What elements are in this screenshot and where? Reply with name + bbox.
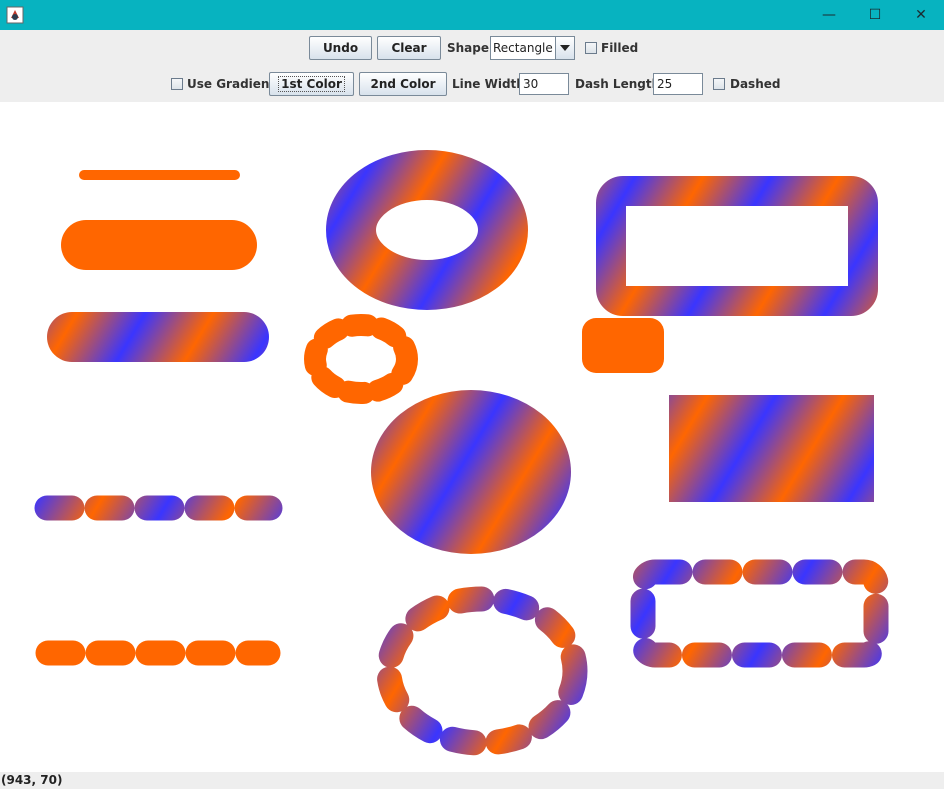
use-gradient-label: Use Gradient [187, 77, 276, 91]
close-button[interactable]: ✕ [898, 0, 944, 30]
shape-label: Shape: [447, 41, 494, 55]
dash-length-label: Dash Length: [575, 77, 665, 91]
undo-button[interactable]: Undo [309, 36, 372, 60]
cursor-coordinates: (943, 70) [1, 773, 63, 787]
second-color-button[interactable]: 2nd Color [359, 72, 447, 96]
shape-select-value: Rectangle [493, 41, 553, 55]
line-width-input[interactable] [519, 73, 569, 95]
filled-label: Filled [601, 41, 639, 55]
use-gradient-checkbox[interactable] [171, 78, 183, 90]
clear-button[interactable]: Clear [377, 36, 441, 60]
gradient-filled-rect [669, 395, 874, 502]
shape-select[interactable]: Rectangle [490, 36, 575, 60]
status-bar: (943, 70) [0, 772, 944, 789]
chevron-down-icon[interactable] [555, 37, 574, 59]
title-bar: — ☐ ✕ [0, 0, 944, 30]
gradient-dashed-rect [630, 559, 889, 668]
gradient-ring-ellipse [326, 150, 528, 310]
orange-dashed-ellipse [304, 314, 418, 404]
dashed-checkbox[interactable] [713, 78, 725, 90]
first-color-label: 1st Color [278, 76, 345, 92]
orange-filled-rounded-rect [582, 318, 664, 373]
java-app-icon [6, 6, 24, 24]
minimize-button[interactable]: — [806, 0, 852, 30]
drawing-canvas[interactable] [0, 102, 944, 772]
gradient-rect-outline [596, 176, 878, 316]
gradient-dashed-ellipse [376, 586, 588, 756]
line-width-label: Line Width: [452, 77, 530, 91]
toolbar: Undo Clear Shape: Rectangle Filled Use G… [0, 30, 944, 102]
dash-length-input[interactable] [653, 73, 703, 95]
gradient-filled-ellipse [371, 390, 571, 554]
dashed-label: Dashed [730, 77, 781, 91]
first-color-button[interactable]: 1st Color [269, 72, 354, 96]
filled-checkbox[interactable] [585, 42, 597, 54]
maximize-button[interactable]: ☐ [852, 0, 898, 30]
